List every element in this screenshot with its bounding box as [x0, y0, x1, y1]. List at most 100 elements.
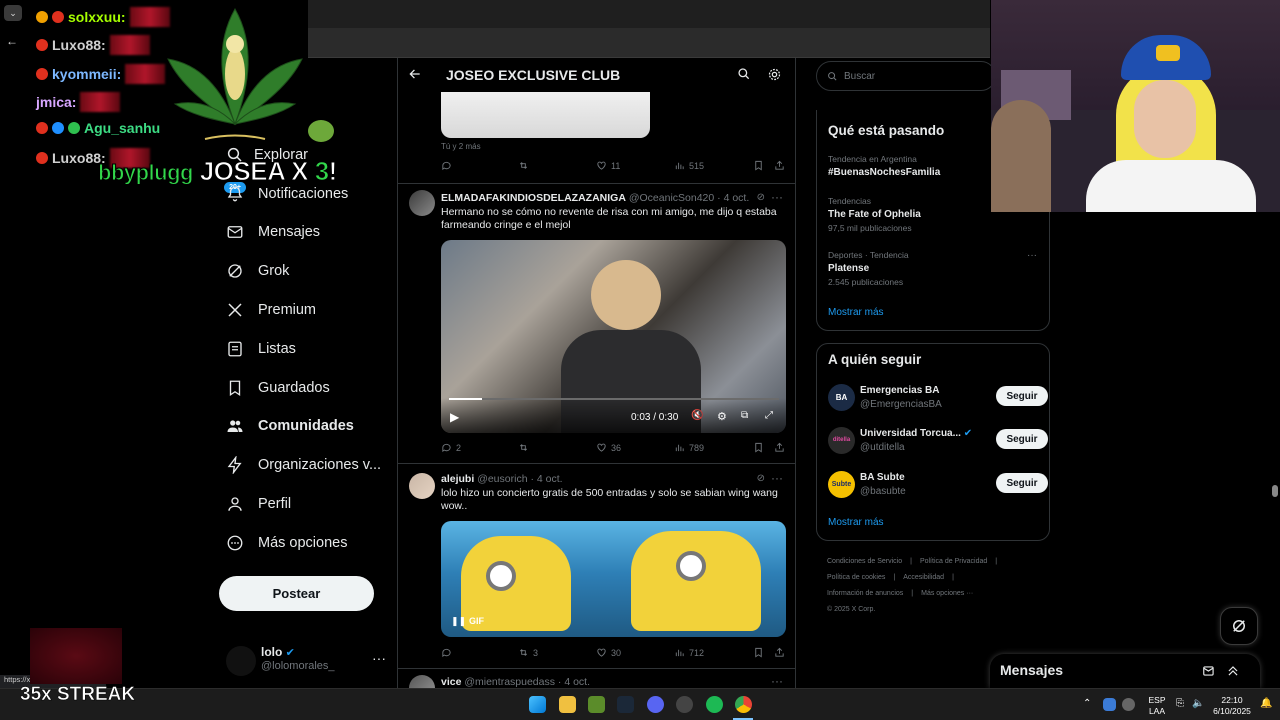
footer-link[interactable]: Información de anuncios [827, 590, 903, 597]
chrome-icon[interactable] [735, 696, 752, 713]
like-button[interactable]: 30 [596, 647, 621, 658]
follow-button[interactable]: Seguir [996, 473, 1048, 493]
author-handle[interactable]: @OceanicSon420 [629, 192, 714, 204]
tweet-gif[interactable]: ❚❚ GIF [441, 521, 786, 637]
views-button[interactable]: 789 [674, 442, 704, 453]
popout-icon[interactable]: ⧉ [741, 410, 748, 421]
share-button[interactable] [774, 647, 785, 658]
video-progress-track[interactable] [449, 398, 779, 400]
author-handle[interactable]: @mientraspuedass [464, 676, 555, 688]
pause-icon[interactable]: ❚❚ [451, 616, 466, 627]
tray-app-icon[interactable] [1103, 698, 1116, 711]
author-name[interactable]: alejubi [441, 473, 474, 485]
mute-icon[interactable]: 🔇 [691, 410, 703, 421]
more-icon[interactable]: ··· [372, 650, 386, 666]
sidebar-item-perfil[interactable]: Perfil [226, 489, 291, 519]
grok-button[interactable] [1220, 607, 1258, 645]
messages-drawer[interactable]: Mensajes [990, 654, 1260, 688]
bookmark-button[interactable] [753, 647, 764, 658]
bookmark-button[interactable] [753, 442, 764, 453]
spotify-icon[interactable] [706, 696, 723, 713]
microphone-icon[interactable] [1122, 698, 1135, 711]
retweet-button[interactable] [518, 442, 529, 453]
author-handle[interactable]: @eusorich [477, 473, 527, 485]
more-icon[interactable]: ··· [771, 471, 783, 485]
play-icon[interactable]: ▶ [450, 410, 459, 424]
show-more-trends-link[interactable]: Mostrar más [828, 307, 884, 318]
sidebar-item-comunidades[interactable]: Comunidades [226, 411, 354, 441]
more-icon[interactable]: ··· [771, 674, 783, 688]
sidebar-item-premium[interactable]: Premium [226, 295, 316, 325]
bookmark-button[interactable] [753, 160, 764, 171]
share-button[interactable] [774, 160, 785, 171]
footer-link[interactable]: Política de cookies [827, 574, 885, 581]
follow-button[interactable]: Seguir [996, 386, 1048, 406]
back-arrow-icon[interactable] [408, 67, 422, 81]
sidebar-item-organizaciones[interactable]: Organizaciones v... [226, 450, 381, 480]
sidebar-item-mensajes[interactable]: Mensajes [226, 217, 320, 247]
sidebar-item-guardados[interactable]: Guardados [226, 373, 330, 403]
steam-icon[interactable] [617, 696, 634, 713]
like-button[interactable]: 36 [596, 442, 621, 453]
sidebar-item-notificaciones[interactable]: Notificaciones [226, 179, 348, 209]
footer-link[interactable]: Accesibilidad [903, 574, 944, 581]
obs-icon[interactable] [676, 696, 693, 713]
follow-suggestion[interactable]: BA Emergencias BA @EmergenciasBA Seguir [828, 384, 1048, 414]
footer-link[interactable]: Política de Privacidad [920, 558, 987, 565]
sidebar-item-explorar[interactable]: Explorar [254, 140, 308, 170]
post-button[interactable]: Postear [219, 576, 374, 611]
reply-button[interactable] [441, 647, 452, 658]
follow-button[interactable]: Seguir [996, 429, 1048, 449]
reply-button[interactable]: 2 [441, 442, 461, 453]
tweet-image[interactable] [441, 92, 650, 138]
language-indicator[interactable]: ESP LAA [1145, 695, 1169, 717]
footer-link[interactable]: Condiciones de Servicio [827, 558, 902, 565]
gear-icon[interactable]: ⚙ [717, 410, 727, 423]
grok-icon[interactable]: ⊘ [757, 473, 765, 484]
discord-icon[interactable] [647, 696, 664, 713]
sidebar-item-grok[interactable]: Grok [226, 256, 289, 286]
show-more-follow-link[interactable]: Mostrar más [828, 517, 884, 528]
grok-icon[interactable]: ⊘ [757, 192, 765, 203]
author-name[interactable]: ELMADAFAKINDIOSDELAZAZANIGA [441, 192, 626, 204]
retweet-button[interactable] [518, 160, 529, 171]
retweet-button[interactable]: 3 [518, 647, 538, 658]
reply-button[interactable] [441, 160, 452, 171]
notification-icon[interactable]: 🔔 [1260, 698, 1272, 709]
search-icon[interactable] [737, 67, 751, 81]
tweet[interactable]: Tú y 2 más 11 515 [398, 92, 795, 184]
tweet-date[interactable]: · 4 oct. [558, 676, 590, 688]
gear-icon[interactable] [767, 67, 782, 82]
scrollbar-thumb[interactable] [1272, 485, 1278, 497]
more-icon[interactable]: ··· [1027, 250, 1037, 261]
account-switcher[interactable]: lolo ✔ @lolomorales_ ··· [226, 644, 386, 680]
windows-start-icon[interactable] [529, 696, 546, 713]
network-icon[interactable]: ⎘ [1176, 698, 1184, 709]
author-name[interactable]: vice [441, 676, 461, 688]
follow-suggestion[interactable]: ditella Universidad Torcua... ✔ @utditel… [828, 427, 1048, 457]
clock[interactable]: 22:10 6/10/2025 [1207, 695, 1257, 717]
follow-suggestion[interactable]: Subte BA Subte @basubte Seguir [828, 471, 1048, 501]
share-button[interactable] [774, 442, 785, 453]
tweet-date[interactable]: · 4 oct. [717, 192, 749, 204]
sidebar-item-mas-opciones[interactable]: Más opciones [226, 528, 347, 558]
views-button[interactable]: 515 [674, 160, 704, 171]
footer-link[interactable]: Más opciones ··· [921, 590, 973, 597]
tweet-video[interactable]: ▶ 0:03 / 0:30 🔇 ⚙ ⧉ ⤢ [441, 240, 786, 433]
search-input[interactable]: Buscar [816, 61, 996, 91]
like-button[interactable]: 11 [596, 160, 620, 171]
volume-icon[interactable]: 🔈 [1192, 698, 1204, 709]
new-message-icon[interactable] [1202, 664, 1216, 678]
fullscreen-icon[interactable]: ⤢ [765, 410, 773, 421]
chevron-up-icon[interactable]: ⌃ [1083, 698, 1091, 709]
more-icon[interactable]: ··· [771, 190, 783, 204]
tweet[interactable]: ELMADAFAKINDIOSDELAZAZANIGA @OceanicSon4… [398, 184, 795, 464]
avatar[interactable] [409, 473, 435, 499]
tweet-date[interactable]: · 4 oct. [530, 473, 562, 485]
views-button[interactable]: 712 [674, 647, 704, 658]
minecraft-icon[interactable] [588, 696, 605, 713]
file-explorer-icon[interactable] [559, 696, 576, 713]
back-arrow-icon[interactable]: ← [6, 34, 18, 48]
chevron-up-icon[interactable] [1226, 664, 1240, 678]
tweet[interactable]: alejubi @eusorich · 4 oct. ⊘ ··· lolo hi… [398, 464, 795, 669]
